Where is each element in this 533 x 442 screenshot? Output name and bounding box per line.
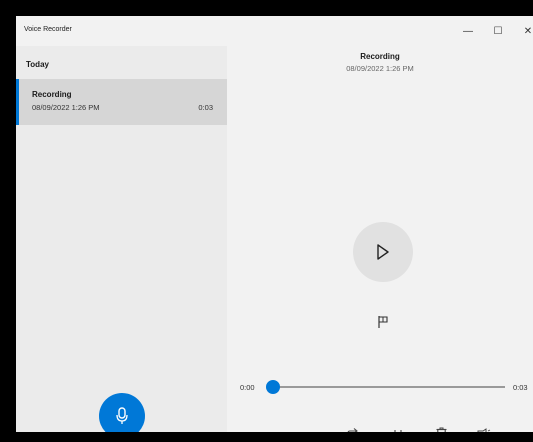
recording-duration: 0:03 bbox=[198, 103, 213, 112]
share-icon bbox=[347, 428, 358, 432]
more-icon: ··· bbox=[520, 427, 533, 432]
rename-icon bbox=[477, 428, 491, 432]
total-time: 0:03 bbox=[513, 383, 528, 392]
recording-list-item[interactable]: Recording 08/09/2022 1:26 PM 0:03 bbox=[16, 79, 227, 125]
minimize-button[interactable]: — bbox=[453, 16, 483, 46]
player-panel: Recording 08/09/2022 1:26 PM 0:00 0:03 bbox=[227, 46, 533, 432]
delete-button[interactable] bbox=[430, 422, 452, 432]
recording-date: 08/09/2022 1:26 PM bbox=[32, 103, 100, 112]
flag-icon bbox=[378, 316, 388, 328]
minimize-icon: — bbox=[463, 25, 473, 37]
more-options-button[interactable]: ··· bbox=[516, 422, 533, 432]
rename-button[interactable] bbox=[473, 422, 495, 432]
maximize-button[interactable]: ☐ bbox=[483, 16, 513, 46]
record-button[interactable] bbox=[99, 393, 145, 432]
group-header-today: Today bbox=[26, 60, 49, 69]
trim-icon bbox=[394, 430, 402, 432]
play-button[interactable] bbox=[353, 222, 413, 282]
trim-button[interactable] bbox=[387, 422, 409, 432]
player-date: 08/09/2022 1:26 PM bbox=[346, 64, 414, 73]
slider-thumb[interactable] bbox=[266, 380, 280, 394]
microphone-icon bbox=[116, 407, 128, 424]
maximize-icon: ☐ bbox=[493, 25, 503, 37]
add-marker-button[interactable] bbox=[372, 311, 394, 333]
playback-slider[interactable] bbox=[266, 380, 505, 394]
close-icon: ✕ bbox=[523, 25, 533, 37]
voice-recorder-window: Voice Recorder — ☐ ✕ Today Recording 08/… bbox=[16, 16, 533, 432]
app-title: Voice Recorder bbox=[24, 26, 72, 33]
current-time: 0:00 bbox=[240, 383, 255, 392]
delete-icon bbox=[436, 427, 446, 432]
title-bar: Voice Recorder — ☐ ✕ bbox=[16, 16, 533, 46]
player-title: Recording bbox=[360, 52, 400, 61]
close-button[interactable]: ✕ bbox=[513, 16, 533, 46]
recording-name: Recording bbox=[32, 90, 72, 99]
recordings-sidebar: Today Recording 08/09/2022 1:26 PM 0:03 bbox=[16, 46, 227, 432]
play-icon bbox=[377, 244, 389, 260]
share-button[interactable] bbox=[342, 422, 364, 432]
